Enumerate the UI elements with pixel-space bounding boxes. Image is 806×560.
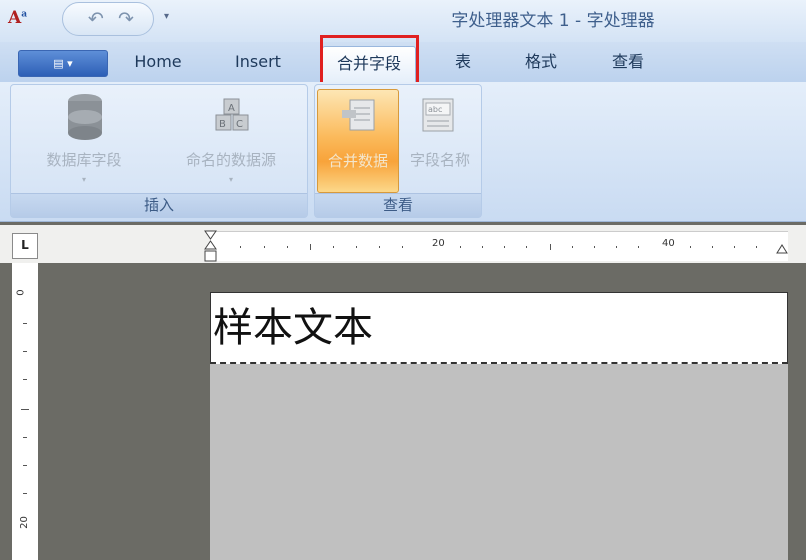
vertical-ruler-number: 20 — [18, 516, 30, 529]
field-names-icon: abc — [422, 98, 454, 132]
tab-format[interactable]: 格式 — [510, 42, 572, 82]
database-field-button[interactable]: 数据库字段 ▾ — [25, 89, 143, 193]
abc-blocks-icon: A B C — [215, 98, 249, 131]
page-header-area[interactable]: 样本文本 — [210, 292, 788, 364]
tab-home[interactable]: Home — [120, 42, 196, 82]
application-menu-button[interactable]: ▤ ▾ — [18, 50, 108, 77]
field-names-button[interactable]: abc 字段名称 — [401, 89, 479, 193]
document-page[interactable]: 样本文本 — [210, 292, 788, 560]
ruler-number: 40 — [662, 238, 675, 249]
tab-stop-selector[interactable]: L — [12, 233, 38, 259]
database-field-label: 数据库字段 — [46, 151, 122, 169]
named-datasource-button[interactable]: A B C 命名的数据源 ▾ — [165, 89, 297, 193]
tab-insert[interactable]: Insert — [218, 42, 298, 82]
merge-data-icon — [342, 99, 375, 131]
merge-data-button[interactable]: 合并数据 — [317, 89, 399, 193]
ribbon-panel: 数据库字段 ▾ A B C 命名的数据源 ▾ 插入 合并数据 abc 字段名称 … — [0, 82, 806, 222]
svg-text:C: C — [236, 119, 243, 130]
horizontal-ruler[interactable]: 20 40 — [204, 230, 788, 262]
ruler-row: L 20 40 — [0, 225, 806, 263]
insert-group-label: 插入 — [11, 193, 307, 217]
database-icon — [68, 94, 102, 140]
sample-text: 样本文本 — [213, 305, 373, 351]
merge-data-label: 合并数据 — [327, 152, 388, 170]
view-group: 合并数据 abc 字段名称 查看 — [314, 84, 482, 218]
svg-text:A: A — [228, 103, 235, 114]
red-highlight-box — [320, 35, 419, 85]
indent-marker-icon[interactable] — [204, 230, 218, 264]
insert-group: 数据库字段 ▾ A B C 命名的数据源 ▾ 插入 — [10, 84, 308, 218]
named-datasource-label: 命名的数据源 — [185, 151, 276, 169]
chevron-down-icon: ▾ — [81, 175, 86, 184]
menu-icon: ▤ ▾ — [53, 57, 73, 70]
right-indent-marker-icon[interactable] — [776, 242, 788, 254]
chevron-down-icon: ▾ — [228, 175, 233, 184]
vertical-ruler[interactable]: 0 20 — [12, 263, 38, 560]
ruler-number: 20 — [432, 238, 445, 249]
svg-text:abc: abc — [428, 105, 442, 114]
field-names-label: 字段名称 — [409, 151, 470, 169]
tab-view[interactable]: 查看 — [596, 42, 660, 82]
tab-table[interactable]: 表 — [440, 42, 486, 82]
vertical-ruler-number: 0 — [15, 289, 27, 296]
svg-text:B: B — [219, 119, 226, 130]
view-group-label: 查看 — [315, 193, 481, 217]
